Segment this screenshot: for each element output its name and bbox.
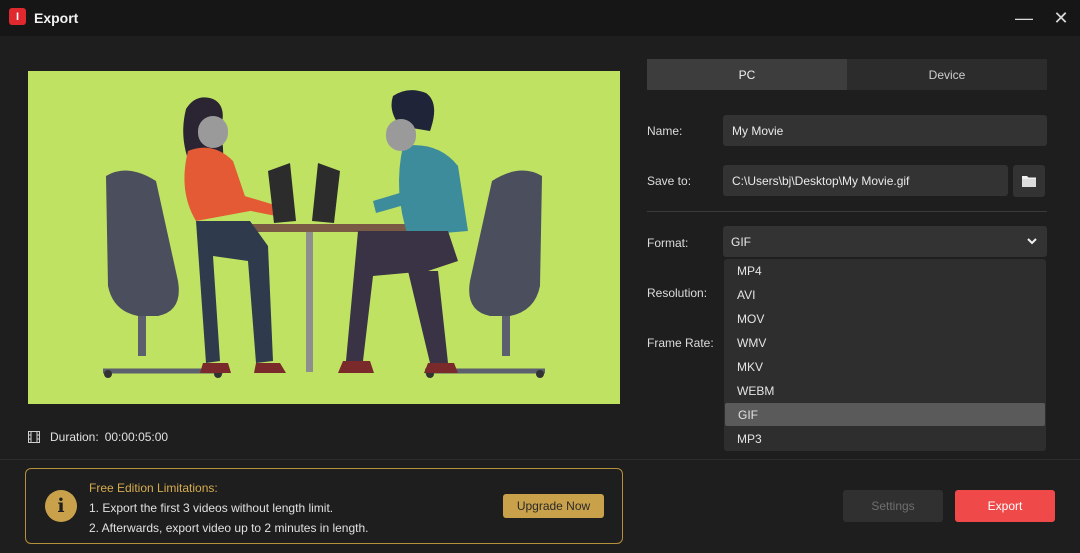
- notice-line-2: 2. Afterwards, export video up to 2 minu…: [89, 521, 369, 535]
- notice-title: Free Edition Limitations:: [89, 481, 218, 495]
- chevron-down-icon: [1027, 238, 1037, 245]
- video-preview: [28, 71, 620, 404]
- window-title: Export: [34, 10, 79, 26]
- settings-button: Settings: [843, 490, 943, 522]
- notice-line-1: 1. Export the first 3 videos without len…: [89, 501, 334, 515]
- free-edition-notice: i Free Edition Limitations: 1. Export th…: [25, 468, 623, 544]
- save-path-input[interactable]: C:\Users\bj\Desktop\My Movie.gif: [723, 165, 1008, 196]
- minimize-button[interactable]: —: [1012, 6, 1036, 30]
- format-option-mov[interactable]: MOV: [724, 307, 1046, 330]
- format-selected-value: GIF: [731, 234, 751, 249]
- format-label: Format:: [647, 236, 689, 250]
- format-dropdown: MP4 AVI MOV WMV MKV WEBM GIF MP3: [724, 259, 1046, 451]
- format-option-mkv[interactable]: MKV: [724, 355, 1046, 378]
- format-option-webm[interactable]: WEBM: [724, 379, 1046, 402]
- resolution-label: Resolution:: [647, 286, 708, 300]
- footer-divider: [0, 459, 1080, 460]
- folder-icon: [1022, 176, 1036, 187]
- duration-value: 00:00:05:00: [104, 430, 169, 444]
- target-tabs: PC Device: [647, 59, 1047, 90]
- app-logo-icon: I: [9, 8, 26, 25]
- tab-pc[interactable]: PC: [647, 59, 847, 90]
- export-dialog: I Export — ✕ Duration: 00:00:05:00 PC De…: [0, 0, 1080, 553]
- format-option-gif[interactable]: GIF: [725, 403, 1045, 426]
- name-input[interactable]: My Movie: [723, 115, 1047, 146]
- export-button[interactable]: Export: [955, 490, 1055, 522]
- format-option-mp4[interactable]: MP4: [724, 259, 1046, 282]
- name-label: Name:: [647, 124, 683, 138]
- duration-info: Duration: 00:00:05:00: [28, 430, 168, 444]
- format-select[interactable]: GIF: [723, 226, 1047, 257]
- upgrade-now-button[interactable]: Upgrade Now: [503, 494, 604, 518]
- duration-label: Duration:: [50, 430, 99, 444]
- browse-folder-button[interactable]: [1013, 165, 1045, 197]
- title-bar: I Export — ✕: [0, 0, 1080, 36]
- frame-rate-label: Frame Rate:: [647, 336, 714, 350]
- format-option-wmv[interactable]: WMV: [724, 331, 1046, 354]
- preview-illustration: [28, 71, 620, 404]
- film-icon: [28, 431, 40, 443]
- section-divider: [647, 211, 1047, 212]
- tab-device[interactable]: Device: [847, 59, 1047, 90]
- close-button[interactable]: ✕: [1049, 6, 1073, 30]
- info-icon: i: [45, 490, 77, 522]
- format-option-avi[interactable]: AVI: [724, 283, 1046, 306]
- format-option-mp3[interactable]: MP3: [724, 427, 1046, 450]
- save-to-label: Save to:: [647, 174, 692, 188]
